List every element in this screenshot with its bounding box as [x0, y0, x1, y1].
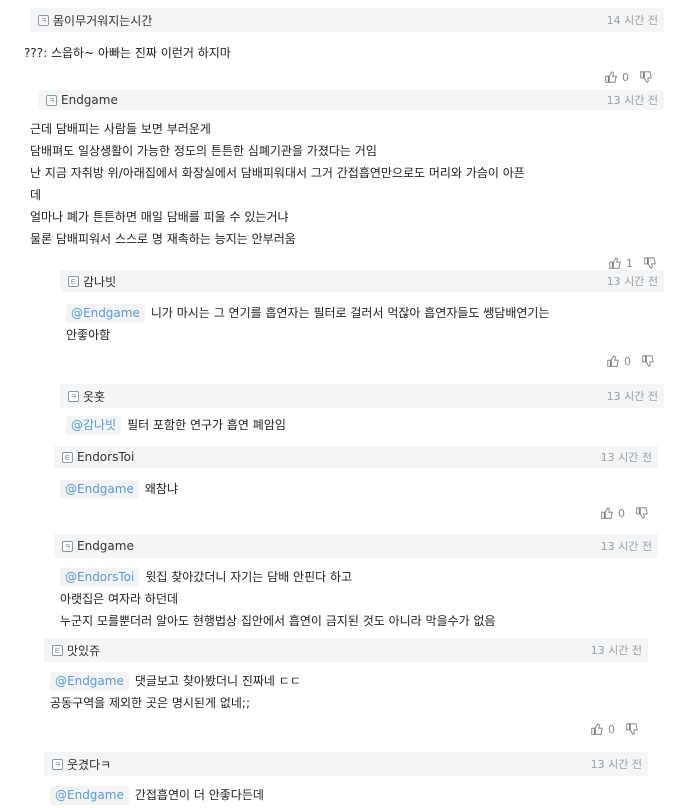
comment-body: @Endgame 니가 마시는 그 연기를 흡연자는 필터로 걸러서 먹잖아 흡연… [66, 302, 550, 346]
thumbs-down-icon[interactable] [625, 722, 639, 736]
comment-body: @Endgame 댓글보고 찾아봤더니 진짜네 ㄷㄷ 공동구역을 제외한 곳은 명… [50, 670, 301, 714]
comment-time: 13 시간 전 [590, 758, 642, 771]
thumbs-down-icon[interactable] [641, 354, 655, 368]
level-badge-icon: ㅌ [52, 644, 63, 656]
comment-body: @Endgame 왜참냐 [60, 478, 178, 500]
comment-line: 공동구역을 제외한 곳은 명시된게 없네;; [50, 696, 250, 710]
comment-time: 13 시간 전 [600, 540, 652, 553]
comment-time: 14 시간 전 [606, 14, 658, 27]
comment-header: ㅋ 웃겼다ㅋ 13 시간 전 [44, 752, 648, 776]
comment-time: 13 시간 전 [606, 390, 658, 403]
comment-header: ㅋ Endgame 13 시간 전 [54, 534, 658, 558]
thumbs-up-icon[interactable] [604, 70, 618, 84]
level-badge-icon: ㅋ [62, 540, 73, 552]
thumbs-down-icon[interactable] [643, 256, 657, 270]
comment-header: ㅌ EndorsToi 13 시간 전 [54, 446, 658, 468]
comment-time: 13 시간 전 [606, 94, 658, 107]
upvote-count: 0 [622, 70, 629, 84]
upvote-count: 0 [624, 354, 631, 368]
comment-header: ㅌ 맛있쥬 13 시간 전 [44, 638, 648, 662]
comment-time: 13 시간 전 [606, 275, 658, 288]
comment-line: 안좋아함 [66, 328, 111, 342]
mention-tag[interactable]: @Endgame [50, 672, 129, 691]
comment-line: 아랫집은 여자라 하던데 [60, 592, 179, 606]
comment-line: 누군지 모를뿐더러 알아도 현행법상 집안에서 흡연이 금지된 것도 아니라 막… [60, 614, 496, 628]
vote-bar: 0 [604, 70, 653, 84]
comment-line: @EndorsToi 윗집 찾아갔더니 자기는 담배 안핀다 하고 [60, 566, 496, 588]
comment-line: 얼마나 폐가 튼튼하면 매일 담배를 피울 수 있는거냐 [30, 210, 289, 224]
comment-line: 데 [30, 188, 42, 202]
level-badge-icon: ㅋ [68, 390, 79, 402]
comment-header: ㅌ 감나빗 13 시간 전 [60, 270, 664, 292]
mention-tag[interactable]: @Endgame [60, 480, 139, 499]
comment-line: 근데 담배피는 사람들 보면 부러운게 [30, 122, 211, 136]
comment-time: 13 시간 전 [590, 644, 642, 657]
thumbs-down-icon[interactable] [639, 70, 653, 84]
mention-tag[interactable]: @EndorsToi [60, 568, 140, 587]
thumbs-down-icon[interactable] [635, 506, 649, 520]
comment-header: ㅋ 몸이무거워지는시간 14 시간 전 [30, 8, 664, 32]
comment-author[interactable]: Endgame [61, 93, 118, 107]
comment-author[interactable]: 옷홋 [83, 388, 105, 405]
comment-body: @Endgame 간접흡연이 더 안좋다든데 [50, 784, 264, 806]
vote-bar: 0 [590, 722, 639, 736]
comment-author[interactable]: Endgame [77, 539, 134, 553]
thumbs-up-icon[interactable] [606, 354, 620, 368]
comment-line: @Endgame 댓글보고 찾아봤더니 진짜네 ㄷㄷ [50, 670, 301, 692]
comment-line: @Endgame 왜참냐 [60, 478, 178, 500]
level-badge-icon: ㅋ [52, 758, 63, 770]
comment-author[interactable]: 몸이무거워지는시간 [53, 12, 152, 29]
comment-line: @Endgame 간접흡연이 더 안좋다든데 [50, 784, 264, 806]
comment-line: @감나빗 필터 포함한 연구가 흡연 폐암임 [66, 414, 286, 436]
upvote-count: 0 [608, 722, 615, 736]
comment-author[interactable]: 웃겼다ㅋ [67, 756, 111, 773]
comment-body: @EndorsToi 윗집 찾아갔더니 자기는 담배 안핀다 하고 아랫집은 여자… [60, 566, 496, 632]
mention-tag[interactable]: @감나빗 [66, 416, 122, 435]
comment-author[interactable]: 맛있쥬 [67, 642, 100, 659]
thumbs-up-icon[interactable] [608, 256, 622, 270]
comment-line: 담배펴도 일상생활이 가능한 정도의 튼튼한 심폐기관을 가졌다는 거임 [30, 144, 377, 158]
comment-body: ???: 스읍하~ 아빠는 진짜 이런거 하지마 [24, 42, 231, 64]
comment-body: @감나빗 필터 포함한 연구가 흡연 폐암임 [66, 414, 286, 436]
thumbs-up-icon[interactable] [590, 722, 604, 736]
comment-line: @Endgame 니가 마시는 그 연기를 흡연자는 필터로 걸러서 먹잖아 흡연… [66, 302, 550, 324]
comment-header: ㅋ 옷홋 13 시간 전 [60, 384, 664, 408]
comment-header: ㅋ Endgame 13 시간 전 [38, 90, 664, 110]
mention-tag[interactable]: @Endgame [66, 304, 145, 323]
vote-bar: 0 [600, 506, 649, 520]
level-badge-icon: ㅋ [38, 14, 49, 26]
upvote-count: 0 [618, 506, 625, 520]
comment-line: ???: 스읍하~ 아빠는 진짜 이런거 하지마 [24, 46, 231, 60]
vote-bar: 0 [606, 354, 655, 368]
comment-author[interactable]: 감나빗 [83, 273, 116, 290]
comment-line: 난 지금 자취방 위/아래집에서 화장실에서 담배피워대서 그거 간접흡연만으로… [30, 166, 525, 180]
mention-tag[interactable]: @Endgame [50, 786, 129, 805]
level-badge-icon: ㅌ [68, 275, 79, 287]
level-badge-icon: ㅋ [46, 94, 57, 106]
level-badge-icon: ㅌ [62, 451, 73, 463]
comment-line: 물론 담배피워서 스스로 명 재촉하는 능지는 안부러움 [30, 232, 296, 246]
comment-body: 근데 담배피는 사람들 보면 부러운게 담배펴도 일상생활이 가능한 정도의 튼… [30, 118, 525, 250]
comment-time: 13 시간 전 [600, 451, 652, 464]
vote-bar: 1 [608, 256, 657, 270]
thumbs-up-icon[interactable] [600, 506, 614, 520]
comment-author[interactable]: EndorsToi [77, 450, 134, 464]
upvote-count: 1 [626, 256, 633, 270]
